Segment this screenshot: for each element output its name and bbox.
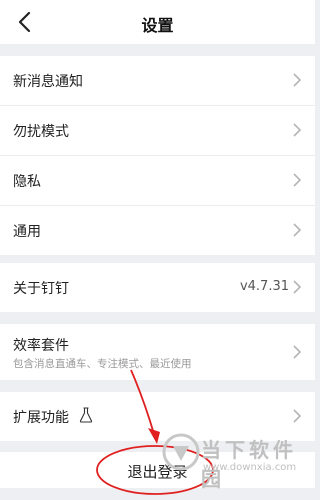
beaker-icon xyxy=(79,407,93,423)
version-text: v4.7.31 xyxy=(239,279,289,294)
settings-item-label: 效率套件 xyxy=(13,338,69,354)
settings-item-label: 扩展功能 xyxy=(13,410,69,426)
settings-item-general[interactable]: 通用 xyxy=(0,206,315,255)
page-title: 设置 xyxy=(141,16,174,35)
chevron-right-icon xyxy=(293,280,302,294)
settings-item-new-message-notification[interactable]: 新消息通知 xyxy=(0,56,315,106)
settings-item-label: 隐私 xyxy=(13,174,41,190)
settings-item-subtitle: 包含消息直通车、专注模式、最近使用 xyxy=(13,358,192,370)
chevron-right-icon xyxy=(293,123,302,137)
chevron-right-icon xyxy=(293,409,302,423)
settings-item-label: 通用 xyxy=(13,224,41,240)
logout-label: 退出登录 xyxy=(127,463,188,481)
settings-item-about[interactable]: 关于钉钉 v4.7.31 xyxy=(0,263,315,312)
settings-group-efficiency: 效率套件 包含消息直通车、专注模式、最近使用 xyxy=(0,324,315,380)
settings-item-label: 勿扰模式 xyxy=(13,124,69,140)
chevron-right-icon xyxy=(293,173,302,187)
chevron-right-icon xyxy=(293,223,302,237)
settings-item-extensions[interactable]: 扩展功能 xyxy=(0,392,315,441)
header-bar: 设置 xyxy=(0,0,315,44)
settings-group-about: 关于钉钉 v4.7.31 xyxy=(0,263,315,312)
settings-item-do-not-disturb[interactable]: 勿扰模式 xyxy=(0,106,315,156)
settings-group-extensions: 扩展功能 xyxy=(0,392,315,441)
chevron-right-icon xyxy=(293,345,302,359)
settings-group-main: 新消息通知 勿扰模式 隐私 通用 xyxy=(0,56,315,255)
settings-item-privacy[interactable]: 隐私 xyxy=(0,156,315,206)
settings-item-label: 新消息通知 xyxy=(13,74,83,90)
settings-item-label: 关于钉钉 xyxy=(13,281,69,297)
logout-button[interactable]: 退出登录 xyxy=(0,452,315,488)
settings-item-efficiency-suite[interactable]: 效率套件 包含消息直通车、专注模式、最近使用 xyxy=(0,324,315,380)
chevron-right-icon xyxy=(293,73,302,87)
